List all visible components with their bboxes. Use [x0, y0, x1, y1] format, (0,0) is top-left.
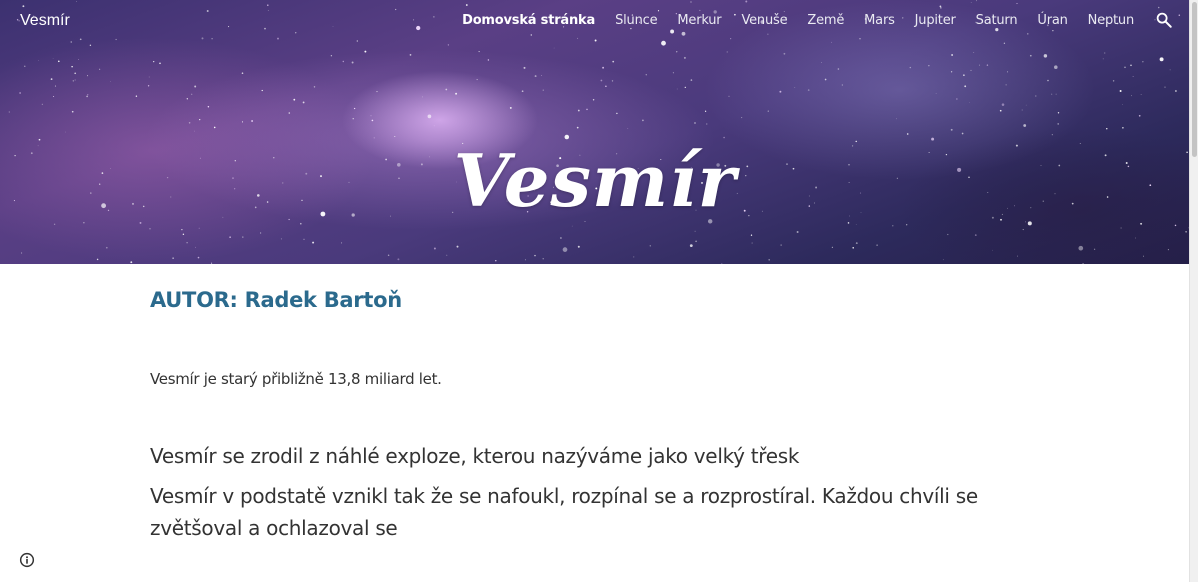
info-icon[interactable]: [19, 552, 35, 568]
nav-item-neptun[interactable]: Neptun: [1078, 13, 1144, 28]
nav-item-mars[interactable]: Mars: [854, 13, 905, 28]
nav-item-domovska-stranka[interactable]: Domovská stránka: [452, 13, 605, 28]
expansion-paragraph: Vesmír v podstatě vznikl tak že se nafou…: [150, 484, 978, 540]
nav-item-uran[interactable]: Úran: [1027, 13, 1077, 28]
nav-item-venuse[interactable]: Venuše: [731, 13, 797, 28]
hero-banner: Vesmír Domovská stránka Slunce Merkur Ve…: [0, 0, 1190, 264]
nav-item-slunce[interactable]: Slunce: [605, 13, 667, 28]
author-heading: AUTOR: Radek Bartoň: [150, 288, 402, 312]
origin-paragraph: Vesmír se zrodil z náhlé exploze, kterou…: [150, 444, 800, 468]
main-content: AUTOR: Radek Bartoň Vesmír je starý přib…: [150, 288, 1030, 540]
scrollbar-thumb[interactable]: [1192, 2, 1197, 157]
age-paragraph: Vesmír je starý přibližně 13,8 miliard l…: [150, 370, 442, 388]
hero-title: Vesmír: [453, 138, 737, 224]
nav-item-saturn[interactable]: Saturn: [966, 13, 1028, 28]
nav-item-jupiter[interactable]: Jupiter: [905, 13, 966, 28]
scrollbar[interactable]: [1189, 0, 1198, 582]
starfield-background: [8, 0, 1190, 264]
search-icon[interactable]: [1155, 11, 1173, 29]
nav-item-merkur[interactable]: Merkur: [667, 13, 731, 28]
nav-item-zeme[interactable]: Země: [797, 13, 854, 28]
site-name-link[interactable]: Vesmír: [20, 12, 70, 30]
top-navigation: Domovská stránka Slunce Merkur Venuše Ze…: [452, 13, 1144, 28]
